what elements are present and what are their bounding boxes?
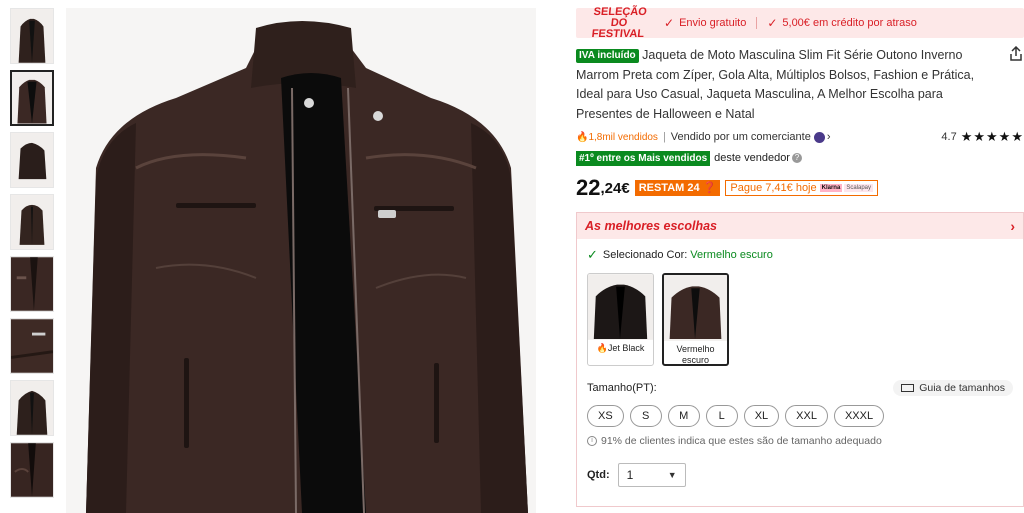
thumbnail-3[interactable] [10,132,54,188]
size-guide-button[interactable]: Guia de tamanhos [893,380,1013,396]
thumbnail-strip [10,8,58,504]
size-option-s[interactable]: S [629,405,662,427]
chevron-right-icon[interactable]: › [1010,218,1015,234]
stock-remaining-badge: RESTAM 24 ❓ [634,180,721,196]
sold-count-text: 1,8mil vendidos [588,131,658,143]
size-header: Tamanho(PT): Guia de tamanhos [587,380,1013,396]
best-seller-row[interactable]: #1º entre os Mais vendidos deste vendedo… [576,150,1024,166]
selected-color-value: Vermelho escuro [690,249,773,261]
pay-today-text: Pague 7,41€ hoje [730,182,817,194]
main-product-image[interactable] [66,8,536,513]
swatch-dark-red-image [664,275,727,341]
best-choices-header[interactable]: As melhores escolhas › [577,213,1023,239]
swatch-jet-black-label: Jet Black [607,343,645,353]
seller-avatar-icon[interactable] [813,131,825,143]
seller-link[interactable]: Vendido por um comerciante [671,131,811,143]
stock-remaining-text: RESTAM 24 [638,182,700,194]
swatch-jet-black[interactable]: 🔥Jet Black [587,273,654,366]
selected-color: ✓ Selecionado Cor: Vermelho escuro [587,247,1013,263]
quantity-row: Qtd: 1 ▼ [587,463,1013,487]
selected-color-label: Selecionado Cor: [602,249,688,261]
thumbnail-7[interactable] [10,380,54,436]
fit-note: i 91% de clientes indica que estes são d… [587,435,1013,447]
fire-icon: 🔥 [596,343,608,353]
thumbnail-1[interactable] [10,8,54,64]
color-swatches: 🔥Jet Black Vermelho escuro [587,273,1013,366]
delay-credit-label: 5,00€ em crédito por atraso [782,17,917,29]
variant-options: ✓ Selecionado Cor: Vermelho escuro 🔥Jet … [577,239,1023,506]
rating[interactable]: 4.7 ★★★★★ [941,129,1024,145]
festival-banner[interactable]: SELEÇÃO DO FESTIVAL ✓ Envio gratuito ✓ 5… [576,5,1024,40]
meta-divider: | [662,131,666,143]
check-icon: ✓ [587,247,598,262]
best-seller-badge: #1º entre os Mais vendidos [576,150,711,166]
size-label: Tamanho(PT): [587,382,657,394]
swatch-dark-red-label: Vermelho escuro [676,344,715,365]
product-title-block: IVA incluído Jaqueta de Moto Masculina S… [576,46,1024,124]
thumbnail-5[interactable] [10,256,54,312]
share-icon[interactable] [1008,46,1024,62]
quantity-select[interactable]: 1 ▼ [617,463,686,487]
festival-logo: SELEÇÃO DO FESTIVAL [582,5,655,40]
payment-logo: Scalapay [844,184,873,192]
best-choices-panel: As melhores escolhas › ✓ Selecionado Cor… [576,212,1024,507]
free-shipping-label: Envio gratuito [679,17,747,29]
delay-credit: ✓ 5,00€ em crédito por atraso [767,16,917,30]
size-option-xxxl[interactable]: XXXL [833,405,885,427]
free-shipping: ✓ Envio gratuito [664,16,746,30]
rating-value: 4.7 [941,131,957,143]
ruler-icon [901,384,915,392]
size-option-xl[interactable]: XL [743,405,780,427]
fit-note-text: 91% de clientes indica que estes são de … [601,435,882,447]
price-integer: 22 [576,175,601,200]
festival-logo-line2: FESTIVAL [591,27,645,40]
product-meta: 🔥1,8mil vendidos | Vendido por um comerc… [576,129,1024,145]
pay-today-badge[interactable]: Pague 7,41€ hoje Klarna Scalapay [725,180,878,196]
size-guide-label: Guia de tamanhos [919,382,1005,394]
size-option-l[interactable]: L [705,405,738,427]
chevron-right-icon[interactable]: › [827,131,831,143]
size-option-xxl[interactable]: XXL [785,405,828,427]
iva-badge: IVA incluído [576,49,639,63]
thumbnail-6[interactable] [10,318,54,374]
info-icon: ❓ [702,182,717,194]
check-icon: ✓ [664,16,675,30]
swatch-dark-red[interactable]: Vermelho escuro [662,273,729,366]
quantity-value: 1 [626,468,634,482]
quantity-label: Qtd: [587,469,610,481]
price-row: 22 ,24€ RESTAM 24 ❓ Pague 7,41€ hoje Kla… [576,175,1024,200]
banner-divider [756,17,758,29]
product-details: SELEÇÃO DO FESTIVAL ✓ Envio gratuito ✓ 5… [576,5,1024,507]
festival-logo-line1: SELEÇÃO DO [592,5,648,29]
best-seller-suffix: deste vendedor [714,152,790,164]
check-icon: ✓ [767,16,778,30]
thumbnail-4[interactable] [10,194,54,250]
rating-stars-icon: ★★★★★ [960,129,1024,144]
swatch-jet-black-image [588,274,653,340]
size-option-m[interactable]: M [667,405,700,427]
swatch-label: 🔥Jet Black [588,340,653,354]
info-icon[interactable]: ? [791,153,802,163]
chevron-down-icon: ▼ [667,470,677,480]
best-choices-title: As melhores escolhas [585,219,718,233]
size-option-xs[interactable]: XS [587,405,624,427]
price-decimal: ,24€ [600,179,630,197]
thumbnail-2[interactable] [10,70,54,126]
sold-count: 🔥1,8mil vendidos [576,131,658,143]
info-icon: i [587,436,597,446]
size-options: XS S M L XL XXL XXXL [587,405,1013,427]
klarna-logo: Klarna [819,184,843,192]
thumbnail-8[interactable] [10,442,54,498]
